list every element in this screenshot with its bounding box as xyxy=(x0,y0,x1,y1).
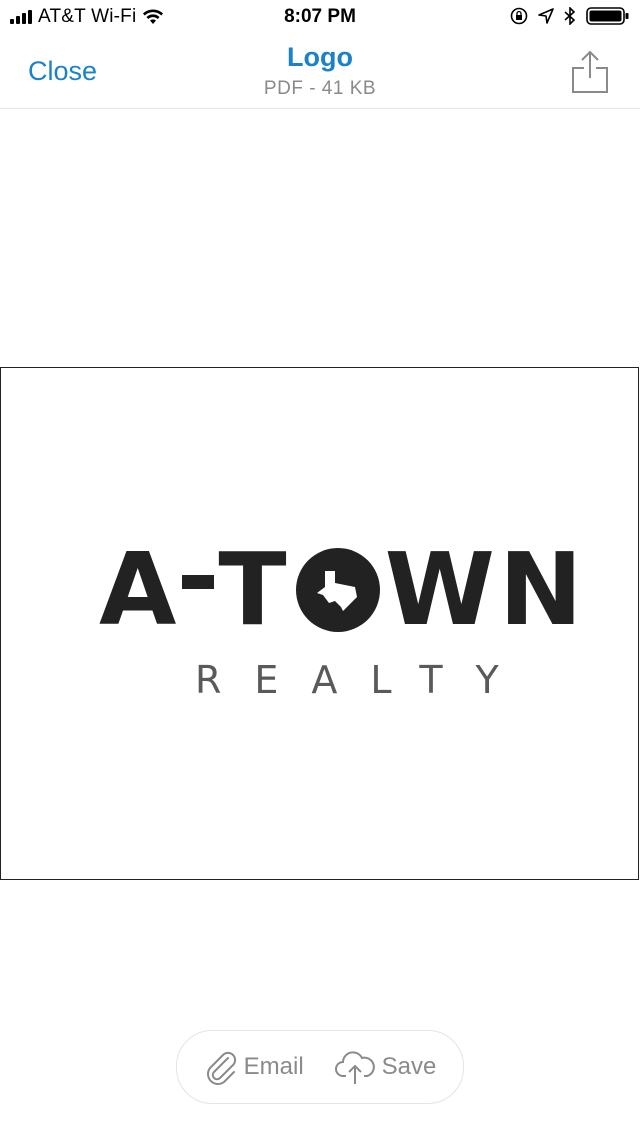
share-icon xyxy=(572,50,608,93)
action-bar: Email Save xyxy=(176,1030,464,1104)
email-button[interactable]: Email xyxy=(204,1049,304,1085)
document-title: Logo xyxy=(287,42,353,72)
logo-dash xyxy=(182,575,215,589)
cloud-upload-icon xyxy=(334,1051,375,1084)
document-subtitle: PDF - 41 KB xyxy=(263,78,377,99)
logo-letter-t: T xyxy=(218,531,291,648)
paperclip-icon xyxy=(206,1051,236,1085)
save-button[interactable]: Save xyxy=(334,1048,437,1086)
logo-letters-wn: WN xyxy=(384,531,587,648)
save-label: Save xyxy=(381,1053,437,1080)
texas-circle-icon xyxy=(295,548,380,632)
logo-letter-a: A xyxy=(99,531,181,648)
status-bar: AT&T Wi-Fi 8:07 PM xyxy=(0,0,640,36)
orientation-lock-icon xyxy=(510,7,528,25)
document-preview[interactable]: A T WN REALTY xyxy=(0,367,639,880)
logo-main-text: A T WN xyxy=(99,540,587,640)
logo-subtitle: REALTY xyxy=(195,658,532,702)
company-logo: A T WN REALTY xyxy=(99,540,583,703)
location-arrow-icon xyxy=(538,8,554,24)
battery-icon xyxy=(586,7,629,25)
status-right xyxy=(510,6,630,26)
share-button[interactable] xyxy=(570,50,610,94)
nav-bar: Close Logo PDF - 41 KB xyxy=(0,36,640,109)
bluetooth-icon xyxy=(564,7,576,25)
email-label: Email xyxy=(243,1053,304,1080)
